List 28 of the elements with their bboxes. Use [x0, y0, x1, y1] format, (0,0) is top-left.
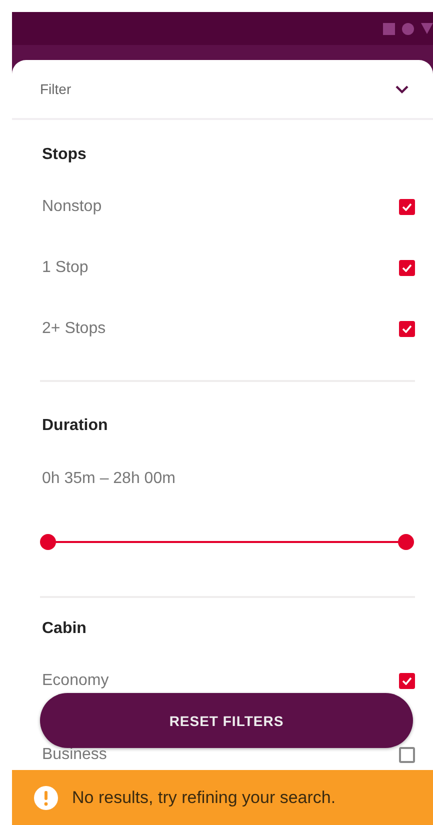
option-label: Economy: [42, 672, 109, 690]
check-icon: [402, 676, 412, 684]
checkbox[interactable]: [399, 260, 415, 276]
check-icon: [402, 202, 412, 210]
option-label: Nonstop: [42, 198, 102, 216]
checkbox[interactable]: [399, 320, 415, 336]
check-icon: [402, 264, 412, 272]
checkbox[interactable]: [399, 746, 415, 762]
exclamation-icon: [34, 786, 58, 810]
circle-icon: [402, 22, 414, 34]
checkbox[interactable]: [399, 198, 415, 214]
option-label: 1 Stop: [42, 258, 88, 276]
section-heading: Duration: [42, 416, 109, 436]
option-label: 2+ Stops: [42, 320, 106, 338]
reset-filters-button[interactable]: RESET FILTERS: [40, 693, 413, 748]
square-icon: [383, 22, 395, 34]
check-icon: [402, 324, 412, 332]
slider-handle[interactable]: [40, 534, 56, 550]
filter-header[interactable]: Filter: [12, 60, 433, 120]
triangle-icon: [421, 23, 433, 34]
section-heading: Cabin: [42, 619, 88, 639]
section-heading: Stops: [42, 145, 88, 165]
filter-title: Filter: [40, 81, 72, 97]
checkbox[interactable]: [399, 672, 415, 688]
option-label: Business: [42, 746, 107, 764]
duration-range-text: 0h 35m – 28h 00m: [42, 469, 176, 489]
slider-handle[interactable]: [398, 534, 414, 550]
alert-message: No results, try refining your search.: [72, 788, 336, 808]
